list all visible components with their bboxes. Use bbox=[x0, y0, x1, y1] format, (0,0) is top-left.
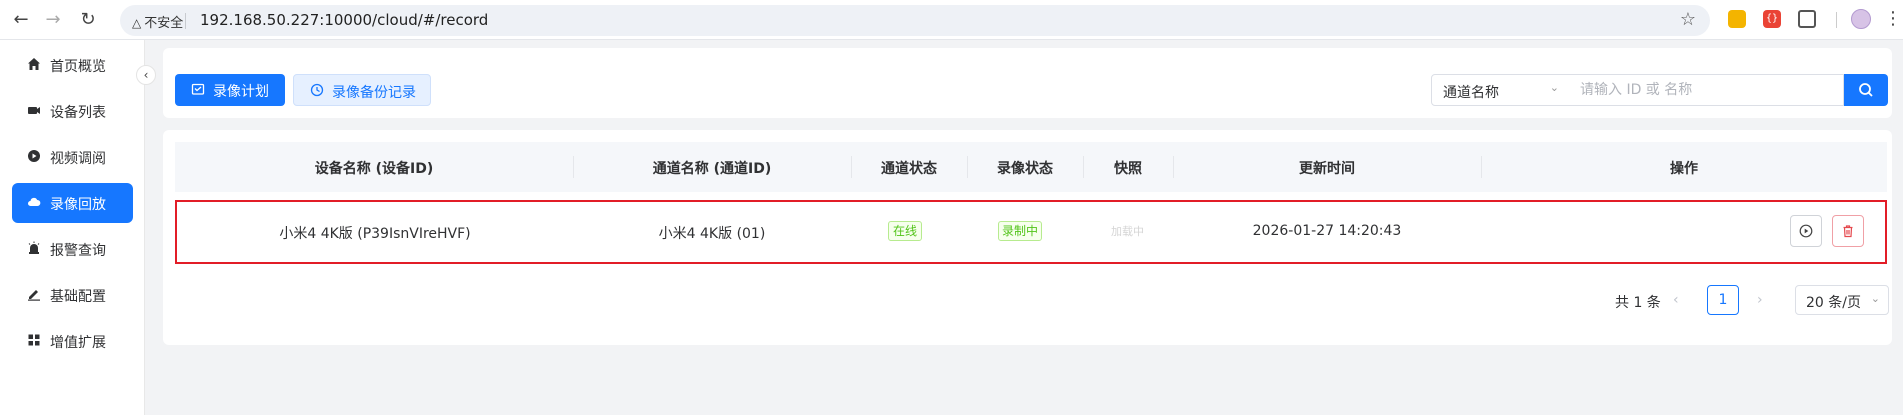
sidebar-item-label: 首页概览 bbox=[50, 59, 106, 75]
toolbar-card: 录像计划 录像备份记录 通道名称 ⌄ bbox=[163, 48, 1892, 118]
divider bbox=[185, 13, 186, 29]
sidebar-item-extensions[interactable]: 增值扩展 bbox=[12, 321, 133, 361]
sidebar-item-label: 基础配置 bbox=[50, 289, 106, 305]
browser-toolbar: ← → ↻ △ 不安全 192.168.50.227:10000/cloud/#/… bbox=[0, 0, 1903, 40]
sidebar-item-label: 增值扩展 bbox=[50, 335, 106, 351]
browser-menu-icon[interactable]: ⋮ bbox=[1884, 6, 1902, 32]
divider bbox=[1836, 12, 1837, 28]
sidebar: 首页概览 设备列表 视频调阅 录像回放 报警查询 基础配置 增值扩展 bbox=[0, 40, 145, 415]
home-icon bbox=[26, 57, 42, 73]
table-header: 设备名称 (设备ID) 通道名称 (通道ID) 通道状态 录像状态 快照 更新时… bbox=[175, 142, 1887, 192]
cloud-icon bbox=[26, 195, 42, 211]
channel-status-badge: 在线 bbox=[888, 221, 922, 241]
reload-icon[interactable]: ↻ bbox=[75, 8, 101, 32]
sidebar-item-label: 视频调阅 bbox=[50, 151, 106, 167]
camera-icon bbox=[26, 103, 42, 119]
extensions-puzzle-icon[interactable] bbox=[1798, 10, 1816, 28]
search-input[interactable] bbox=[1569, 74, 1844, 106]
url-text[interactable]: 192.168.50.227:10000/cloud/#/record bbox=[200, 11, 488, 29]
extension-icon[interactable] bbox=[1728, 10, 1746, 28]
sidebar-item-label: 报警查询 bbox=[50, 243, 106, 259]
sidebar-item-overview[interactable]: 首页概览 bbox=[12, 45, 133, 85]
device-name-cell: 小米4 4K版 (P39IsnVIreHVF) bbox=[279, 226, 471, 242]
sidebar-item-playback[interactable]: 录像回放 bbox=[12, 183, 133, 223]
sidebar-item-devices[interactable]: 设备列表 bbox=[12, 91, 133, 131]
table-row[interactable]: 小米4 4K版 (P39IsnVIreHVF) 小米4 4K版 (01) 在线 … bbox=[175, 200, 1887, 264]
column-header: 通道状态 bbox=[881, 161, 937, 177]
backup-records-button[interactable]: 录像备份记录 bbox=[293, 74, 431, 106]
sidebar-item-label: 录像回放 bbox=[50, 197, 106, 213]
profile-avatar[interactable] bbox=[1851, 9, 1871, 29]
sidebar-collapse-chevron-icon[interactable]: ‹ bbox=[136, 65, 156, 85]
table-card: 设备名称 (设备ID) 通道名称 (通道ID) 通道状态 录像状态 快照 更新时… bbox=[163, 130, 1892, 345]
search-button[interactable] bbox=[1844, 74, 1888, 106]
sidebar-item-alarms[interactable]: 报警查询 bbox=[12, 229, 133, 269]
filter-field-select[interactable]: 通道名称 ⌄ bbox=[1431, 74, 1570, 106]
search-icon bbox=[1859, 83, 1873, 97]
alarm-icon bbox=[26, 241, 42, 257]
trash-icon bbox=[1843, 225, 1853, 238]
record-status-badge: 录制中 bbox=[998, 221, 1042, 241]
grid-icon bbox=[26, 333, 42, 349]
column-header: 通道名称 (通道ID) bbox=[652, 161, 772, 177]
play-icon bbox=[26, 149, 42, 165]
warning-icon: △ bbox=[132, 16, 142, 30]
page-size-select[interactable]: 20 条/页 ⌄ bbox=[1795, 285, 1889, 315]
play-circle-icon bbox=[1799, 224, 1813, 238]
column-header: 录像状态 bbox=[997, 161, 1053, 177]
column-header: 设备名称 (设备ID) bbox=[314, 161, 434, 177]
delete-button[interactable] bbox=[1832, 215, 1864, 247]
back-icon[interactable]: ← bbox=[8, 8, 34, 32]
security-indicator[interactable]: △ 不安全 bbox=[132, 12, 183, 31]
calendar-icon bbox=[191, 82, 205, 100]
column-header: 更新时间 bbox=[1299, 161, 1355, 177]
sidebar-item-config[interactable]: 基础配置 bbox=[12, 275, 133, 315]
page-number[interactable]: 1 bbox=[1707, 285, 1739, 315]
extension-code-icon[interactable]: {} bbox=[1763, 10, 1781, 28]
clock-icon bbox=[310, 83, 324, 101]
channel-name-cell: 小米4 4K版 (01) bbox=[658, 226, 766, 242]
address-bar[interactable]: △ 不安全 192.168.50.227:10000/cloud/#/record… bbox=[120, 5, 1710, 36]
snapshot-placeholder[interactable]: 加载中 bbox=[1111, 223, 1144, 239]
play-button[interactable] bbox=[1790, 215, 1822, 247]
updated-time-cell: 2026-01-27 14:20:43 bbox=[1252, 223, 1402, 239]
record-plan-button[interactable]: 录像计划 bbox=[175, 74, 285, 106]
pagination-total: 共 1 条 bbox=[1615, 295, 1661, 311]
chevron-down-icon: ⌄ bbox=[1549, 81, 1559, 94]
edit-icon bbox=[26, 287, 42, 303]
next-page-chevron-icon[interactable]: › bbox=[1757, 292, 1763, 308]
chevron-down-icon: ⌄ bbox=[1870, 292, 1880, 305]
bookmark-star-icon[interactable]: ☆ bbox=[1680, 9, 1696, 30]
sidebar-item-label: 设备列表 bbox=[50, 105, 106, 121]
forward-icon[interactable]: → bbox=[40, 8, 66, 32]
prev-page-chevron-icon[interactable]: ‹ bbox=[1673, 292, 1679, 308]
column-header: 快照 bbox=[1114, 161, 1142, 177]
sidebar-item-video[interactable]: 视频调阅 bbox=[12, 137, 133, 177]
column-header: 操作 bbox=[1670, 161, 1698, 177]
